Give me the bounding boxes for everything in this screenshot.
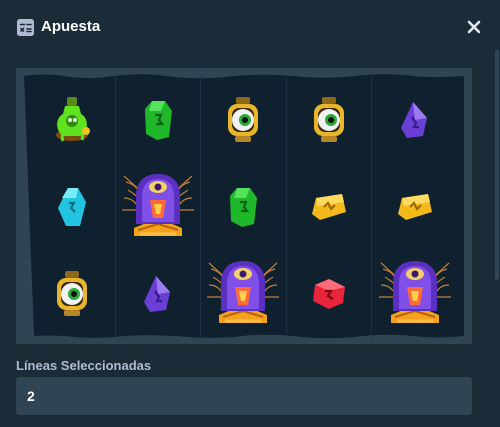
lines-input[interactable]: 2 <box>16 377 472 415</box>
symbol-grid <box>30 76 458 338</box>
eye-idol-web-icon <box>121 173 194 236</box>
scrollbar-thumb[interactable] <box>495 50 499 280</box>
reel-cell <box>116 163 202 251</box>
reel-cell <box>372 163 458 250</box>
eye-idol-web-icon <box>379 261 452 324</box>
red-rune-gem-icon <box>313 279 346 310</box>
eyeball-lantern-icon <box>314 96 345 142</box>
reel-cell <box>30 76 116 164</box>
eyeball-lantern-icon <box>57 271 88 317</box>
reel-cell <box>372 251 458 338</box>
reel-cell <box>116 76 202 164</box>
reel-cell <box>116 250 202 338</box>
scrollbar[interactable] <box>494 50 500 340</box>
purple-rune-gem-icon <box>401 101 428 138</box>
reel-cell <box>30 163 116 251</box>
reel-cell <box>201 76 287 164</box>
reel-cell <box>30 250 116 338</box>
close-icon <box>467 20 481 34</box>
eye-idol-web-icon <box>207 261 280 324</box>
eyeball-lantern-icon <box>228 96 259 142</box>
reel-cell <box>287 163 373 251</box>
cyan-rune-gem-icon <box>58 187 87 226</box>
close-button[interactable] <box>462 14 486 40</box>
gold-rune-tile-icon <box>312 193 347 220</box>
gold-rune-tile-icon <box>398 193 433 220</box>
reel-cell <box>287 76 373 164</box>
reel-cell <box>372 76 458 163</box>
lines-label: Líneas Seleccionadas <box>16 358 152 373</box>
purple-rune-gem-icon <box>143 276 170 313</box>
reel-cell <box>201 250 287 338</box>
sliders-icon <box>17 19 34 36</box>
slot-reels <box>16 68 472 344</box>
reel-cell <box>287 250 373 338</box>
green-rune-gem-icon <box>144 100 172 140</box>
green-rune-gem-icon <box>230 187 258 227</box>
reel-cell <box>201 163 287 251</box>
modal-title: Apuesta <box>41 18 101 35</box>
green-potion-icon <box>56 96 91 142</box>
modal-header: Apuesta <box>0 0 500 56</box>
